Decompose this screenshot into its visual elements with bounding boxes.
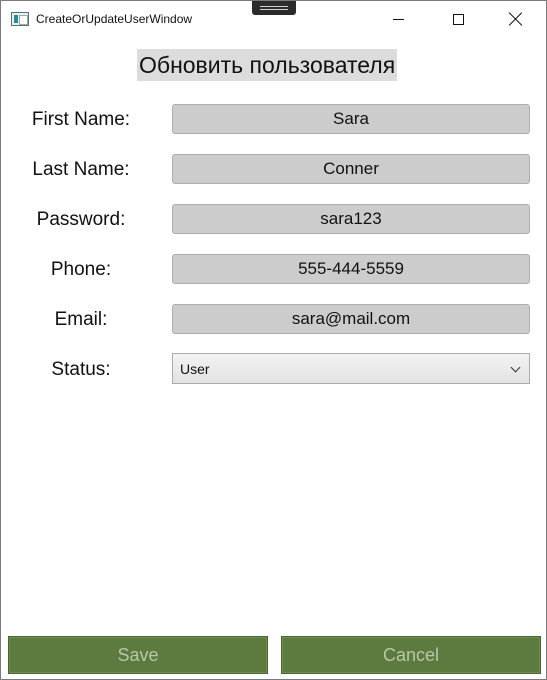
phone-field[interactable]: 555-444-5559 (172, 254, 530, 284)
page-title: Обновить пользователя (137, 49, 398, 81)
close-icon (509, 12, 523, 26)
maximize-button[interactable] (435, 1, 481, 37)
last-name-label: Last Name: (32, 159, 130, 180)
first-name-label: First Name: (31, 109, 131, 130)
close-button[interactable] (493, 1, 539, 37)
password-field[interactable]: sara123 (172, 204, 530, 234)
save-button[interactable]: Save (8, 636, 268, 674)
app-window-icon (11, 12, 29, 26)
status-selected-value: User (180, 361, 210, 377)
maximize-icon (452, 13, 464, 25)
minimize-icon (392, 18, 404, 20)
app-window: CreateOrUpdateUserWindow Обновить пользо… (0, 0, 547, 680)
email-field[interactable]: sara@mail.com (172, 304, 530, 334)
last-name-field[interactable]: Conner (172, 154, 530, 184)
phone-label: Phone: (50, 259, 112, 280)
status-label: Status: (51, 359, 111, 380)
email-label: Email: (54, 309, 108, 330)
title-bar[interactable]: CreateOrUpdateUserWindow (1, 1, 546, 37)
snap-layout-handle[interactable] (252, 1, 296, 15)
chevron-down-icon (510, 362, 521, 373)
window-title: CreateOrUpdateUserWindow (36, 12, 193, 26)
password-label: Password: (36, 209, 126, 230)
minimize-button[interactable] (375, 1, 421, 37)
first-name-field[interactable]: Sara (172, 104, 530, 134)
cancel-button[interactable]: Cancel (281, 636, 541, 674)
status-select[interactable]: User (172, 353, 530, 384)
